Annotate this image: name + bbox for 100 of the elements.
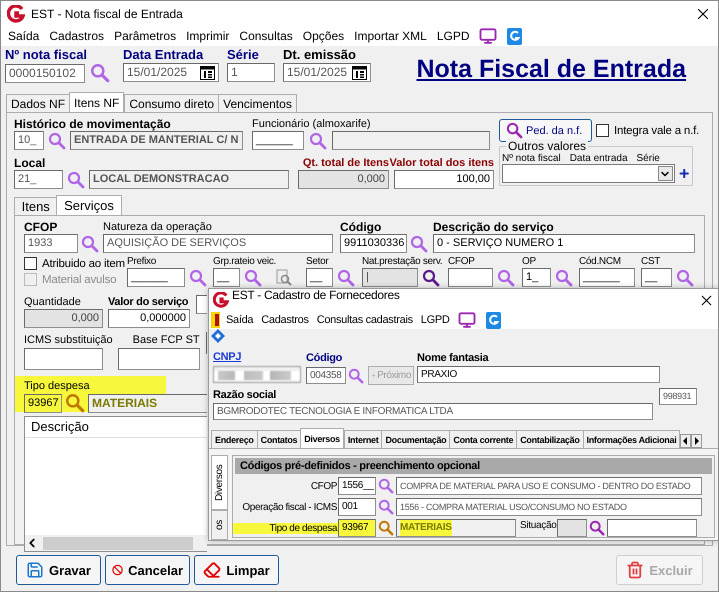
field-label: Prefixo bbox=[127, 256, 156, 268]
input-field[interactable]: LOCAL DEMONSTRACAO bbox=[89, 170, 289, 189]
field-label: Valor total dos itens bbox=[389, 156, 494, 170]
input-field[interactable]: 1933 bbox=[24, 234, 78, 253]
input-field[interactable]: BGMRODOTEC TECNOLOGIA E INFORMATICA LTDA bbox=[213, 403, 653, 420]
cnpj-link[interactable]: CNPJ bbox=[213, 351, 301, 364]
tab[interactable]: Vencimentos bbox=[218, 94, 297, 112]
tab[interactable]: Internet bbox=[344, 430, 382, 448]
menu-item[interactable]: Consultas cadastrais bbox=[312, 314, 417, 326]
input-field[interactable]: 001 bbox=[338, 498, 376, 516]
input-field[interactable]: 004358 bbox=[306, 367, 346, 384]
field-label: Cód.NCM bbox=[579, 256, 621, 268]
input-field[interactable]: 93967 bbox=[24, 394, 62, 412]
input-field[interactable]: 21_ bbox=[14, 170, 63, 189]
input-field[interactable]: 1 bbox=[227, 63, 275, 82]
checkbox-label: Atribuido ao item bbox=[42, 258, 125, 270]
field-label: Nome fantasia bbox=[417, 351, 488, 366]
checkbox-label: Integra vale a n.f. bbox=[614, 124, 700, 136]
tab[interactable]: Itens NF bbox=[69, 92, 124, 112]
input-field[interactable]: 93967 bbox=[338, 519, 376, 537]
menu-item[interactable]: Cadastros bbox=[44, 29, 110, 43]
side-tab[interactable]: os bbox=[211, 510, 228, 540]
input-field[interactable]: 1556__ bbox=[338, 477, 376, 495]
tab[interactable]: Documentação bbox=[381, 430, 450, 448]
menu-item[interactable]: Saída bbox=[3, 29, 44, 43]
input-field[interactable]: 0000150102 bbox=[5, 64, 85, 82]
tab[interactable]: Diversos bbox=[300, 428, 344, 448]
input-field[interactable]: 15/01/2025 bbox=[123, 63, 219, 82]
action-button[interactable]: Cancelar bbox=[105, 555, 190, 585]
column-header: Nº nota fiscal bbox=[502, 153, 561, 164]
input-field[interactable]: ______ bbox=[579, 268, 635, 287]
group-title: Códigos pré-definidos - preenchimento opcional bbox=[235, 458, 712, 474]
field-label: CST bbox=[641, 256, 660, 268]
menu-item[interactable]: Cadastros bbox=[257, 314, 313, 326]
menu-item[interactable]: Opções bbox=[298, 29, 350, 43]
tab[interactable]: Dados NF bbox=[6, 94, 70, 112]
input-field[interactable]: 9911030336 bbox=[340, 234, 407, 253]
field-label: CFOP bbox=[24, 220, 58, 234]
field-label: Histórico de movimentação bbox=[14, 117, 171, 131]
action-button[interactable]: Limpar bbox=[194, 555, 279, 585]
field-label: Data Entrada bbox=[123, 47, 204, 63]
menu-item[interactable]: Importar XML bbox=[349, 29, 432, 43]
field-label: Código bbox=[306, 351, 342, 366]
input-field[interactable]: 0 - SERVIÇO NUMERO 1 bbox=[433, 234, 695, 253]
input-field[interactable]: 1_ bbox=[522, 268, 551, 287]
input-field[interactable]: PRAXIO bbox=[417, 366, 660, 383]
action-button[interactable]: Gravar bbox=[16, 555, 101, 585]
input-field[interactable]: 998931 bbox=[659, 388, 697, 405]
field-label: Base FCP ST bbox=[132, 333, 200, 348]
side-tab[interactable]: Diversos bbox=[211, 455, 228, 510]
input-field[interactable]: COMPRA DE MATERIAL PARA USO E CONSUMO - DENTRO DO ESTADO bbox=[396, 477, 702, 495]
input-field[interactable]: __ bbox=[213, 268, 240, 287]
menu-item[interactable]: Saída bbox=[222, 314, 258, 326]
input-field[interactable]: __ bbox=[306, 268, 333, 287]
column-header: Data entrada bbox=[570, 153, 628, 164]
input-field[interactable]: MATERIAIS bbox=[88, 394, 207, 412]
menu-item[interactable]: Imprimir bbox=[181, 29, 234, 43]
input-field[interactable]: 15/01/2025 bbox=[283, 63, 371, 82]
input-field[interactable]: MATERIAIS bbox=[396, 519, 516, 537]
field-label: Tipo despesa bbox=[24, 379, 90, 393]
menu-item[interactable]: Parâmetros bbox=[109, 29, 182, 43]
input-field[interactable]: ______ bbox=[127, 268, 185, 287]
menu-item[interactable]: LGPD bbox=[432, 29, 475, 43]
field-label: Natureza da operação bbox=[103, 220, 212, 234]
field-label: Série bbox=[227, 47, 259, 63]
window-title: EST - Nota fiscal de Entrada bbox=[31, 6, 184, 20]
checkbox-label: Material avulso bbox=[42, 274, 116, 286]
input-field[interactable]: 0,000000 bbox=[108, 309, 190, 328]
menu-item[interactable]: LGPD bbox=[416, 314, 454, 326]
field-label: Setor bbox=[306, 256, 328, 268]
input-field[interactable]: AQUISIÇÃO DE SERVIÇOS bbox=[103, 234, 333, 253]
input-field[interactable]: 10_ bbox=[14, 131, 44, 150]
field-label: Situação bbox=[520, 519, 557, 532]
input-field[interactable]: 1556 - COMPRA MATERIAL USO/CONSUMO NO ESTADO bbox=[396, 498, 702, 516]
field-label: Tipo de despesa bbox=[233, 522, 338, 534]
tab[interactable]: Endereço bbox=[211, 430, 258, 448]
column-header: Série bbox=[636, 153, 660, 164]
input-field[interactable]: 100,00 bbox=[394, 170, 494, 189]
field-label: OP bbox=[522, 256, 536, 268]
list-box[interactable]: Descrição bbox=[24, 416, 207, 552]
field-label: Operação fiscal - ICMS bbox=[241, 502, 338, 512]
tab[interactable]: Consumo direto bbox=[124, 94, 220, 112]
tab[interactable]: Itens bbox=[14, 197, 58, 215]
field-label: CFOP bbox=[448, 256, 475, 268]
field-label: Dt. emissão bbox=[283, 47, 356, 63]
field-label: Nat.prestação serv. bbox=[362, 256, 442, 268]
window-title: EST - Cadastro de Fornecedores bbox=[232, 289, 400, 302]
field-label: Funcionário (almoxarife) bbox=[252, 117, 371, 131]
menu-item[interactable]: Consultas bbox=[234, 29, 298, 43]
input-field[interactable]: ______ bbox=[252, 131, 304, 150]
input-field[interactable]: __ bbox=[641, 268, 672, 287]
field-label: Descrição do serviço bbox=[433, 220, 554, 234]
tab[interactable]: Serviços bbox=[56, 195, 122, 215]
input-field[interactable]: ENTRADA DE MANTERIAL C/ N bbox=[70, 131, 243, 150]
tab[interactable]: Contabilização bbox=[516, 430, 584, 448]
field-label: Qt. total de Itens bbox=[302, 156, 389, 170]
group-title: Outros valores bbox=[506, 139, 588, 153]
field-label: Local bbox=[14, 156, 46, 170]
tab[interactable]: Informações Adicionai bbox=[582, 430, 680, 448]
field-label: Grp.rateio veic. bbox=[213, 256, 276, 268]
